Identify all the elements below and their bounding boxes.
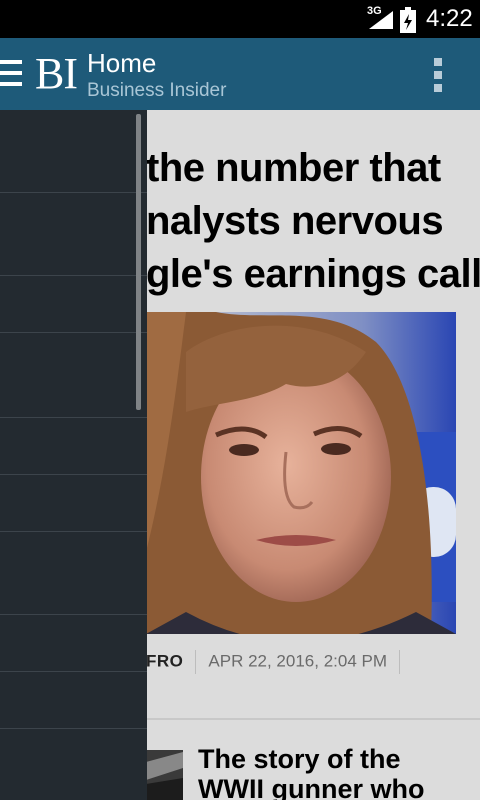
signal-icon <box>369 11 393 29</box>
drawer-item[interactable] <box>0 475 147 532</box>
page-subtitle: Business Insider <box>87 80 227 101</box>
headline-line: the number that <box>146 146 441 190</box>
drawer-item[interactable] <box>0 615 147 672</box>
article-headline[interactable]: the number that nalysts nervous gle's ea… <box>146 142 480 301</box>
headline-line: nalysts nervous <box>146 199 444 243</box>
meta-divider <box>195 650 197 674</box>
drawer-item[interactable] <box>0 110 147 193</box>
drawer-item[interactable] <box>0 729 147 799</box>
hamburger-menu-icon[interactable] <box>0 60 22 88</box>
app-logo[interactable]: BI <box>35 50 78 98</box>
navigation-drawer <box>0 110 147 800</box>
overflow-menu-icon[interactable] <box>428 58 448 92</box>
page-title: Home <box>87 48 157 78</box>
drawer-item[interactable] <box>0 672 147 729</box>
drawer-item[interactable] <box>0 418 147 475</box>
article-date: APR 22, 2016, 2:04 PM <box>208 651 387 671</box>
article-photo[interactable] <box>146 312 456 634</box>
drawer-scrollbar[interactable] <box>136 114 141 410</box>
status-bar: 3G 4:22 <box>0 0 480 38</box>
clock: 4:22 <box>426 5 473 32</box>
drawer-item[interactable] <box>0 276 147 333</box>
drawer-item[interactable] <box>0 333 147 418</box>
meta-divider <box>399 650 400 674</box>
action-bar: BI Home Business Insider <box>0 38 480 110</box>
drawer-item[interactable] <box>0 532 147 615</box>
battery-icon <box>400 7 416 33</box>
headline-line: gle's earnings call <box>146 252 480 296</box>
story-title[interactable]: The story of the WWII gunner who fell <box>198 744 468 800</box>
story-thumbnail[interactable] <box>146 750 183 800</box>
article-meta: FRO APR 22, 2016, 2:04 PM <box>146 650 412 674</box>
article-author[interactable]: FRO <box>146 651 183 670</box>
drawer-item[interactable] <box>0 193 147 276</box>
